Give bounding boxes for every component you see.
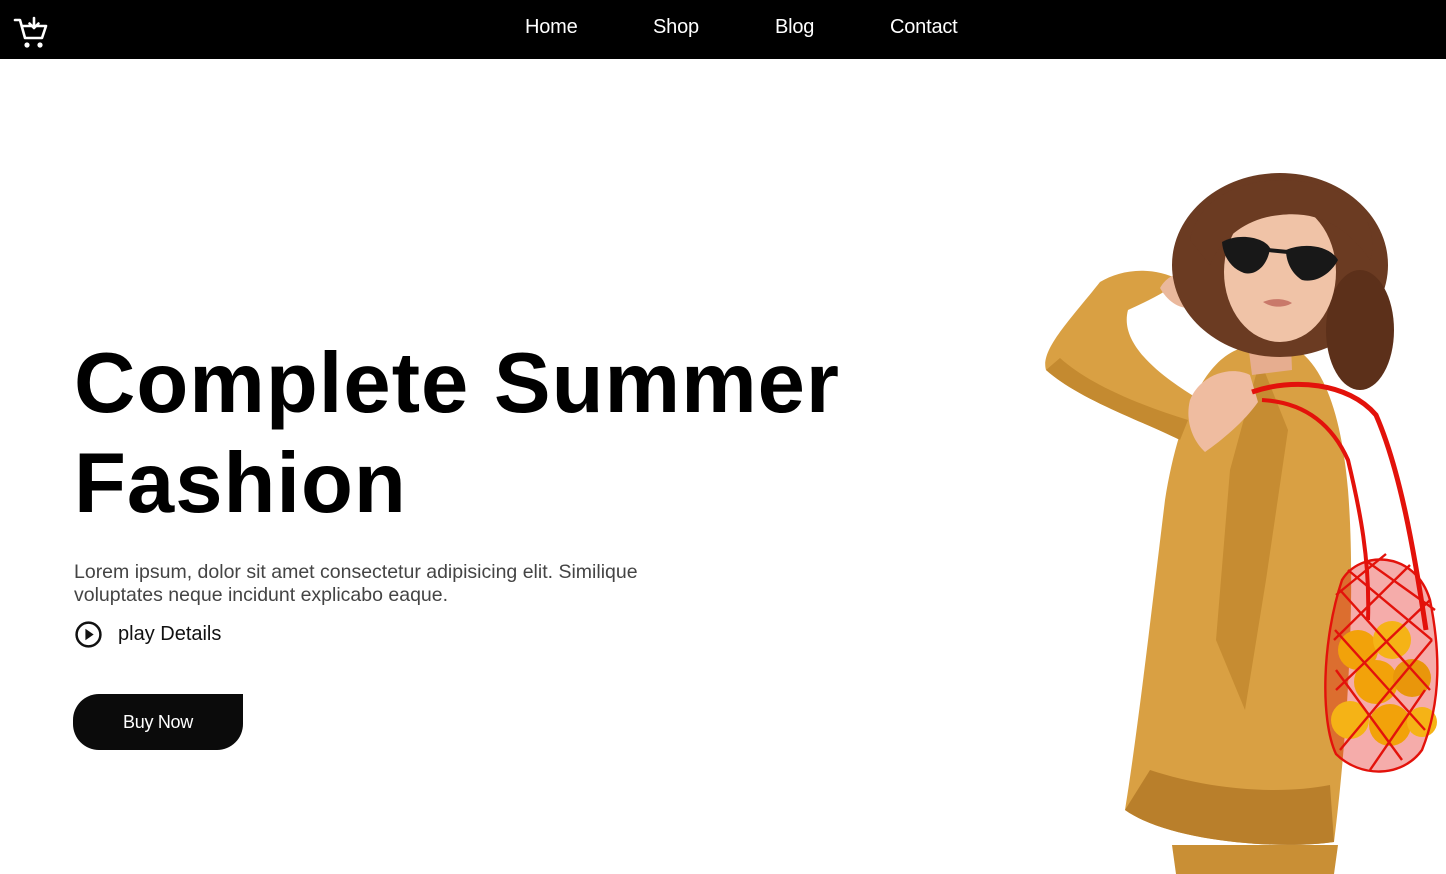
play-details-label: play Details [118, 623, 222, 645]
hero-title-line-2: Fashion [74, 436, 407, 531]
play-details-link[interactable]: play Details [74, 620, 221, 649]
navbar: Home Shop Blog Contact [0, 0, 1446, 59]
hero-description: Lorem ipsum, dolor sit amet consectetur … [74, 561, 638, 606]
fashion-model-image [1045, 173, 1439, 874]
nav-blog-link[interactable]: Blog [775, 15, 814, 39]
buy-now-button[interactable]: Buy Now [73, 694, 243, 750]
play-circle-icon [75, 621, 102, 648]
nav-home-link[interactable]: Home [525, 15, 578, 39]
hero-title: Complete Summer Fashion [74, 334, 840, 534]
cart-add-icon[interactable] [13, 15, 49, 51]
nav-shop-link[interactable]: Shop [653, 15, 699, 39]
nav-contact-link[interactable]: Contact [890, 15, 958, 39]
hero-title-line-1: Complete Summer [74, 336, 841, 431]
